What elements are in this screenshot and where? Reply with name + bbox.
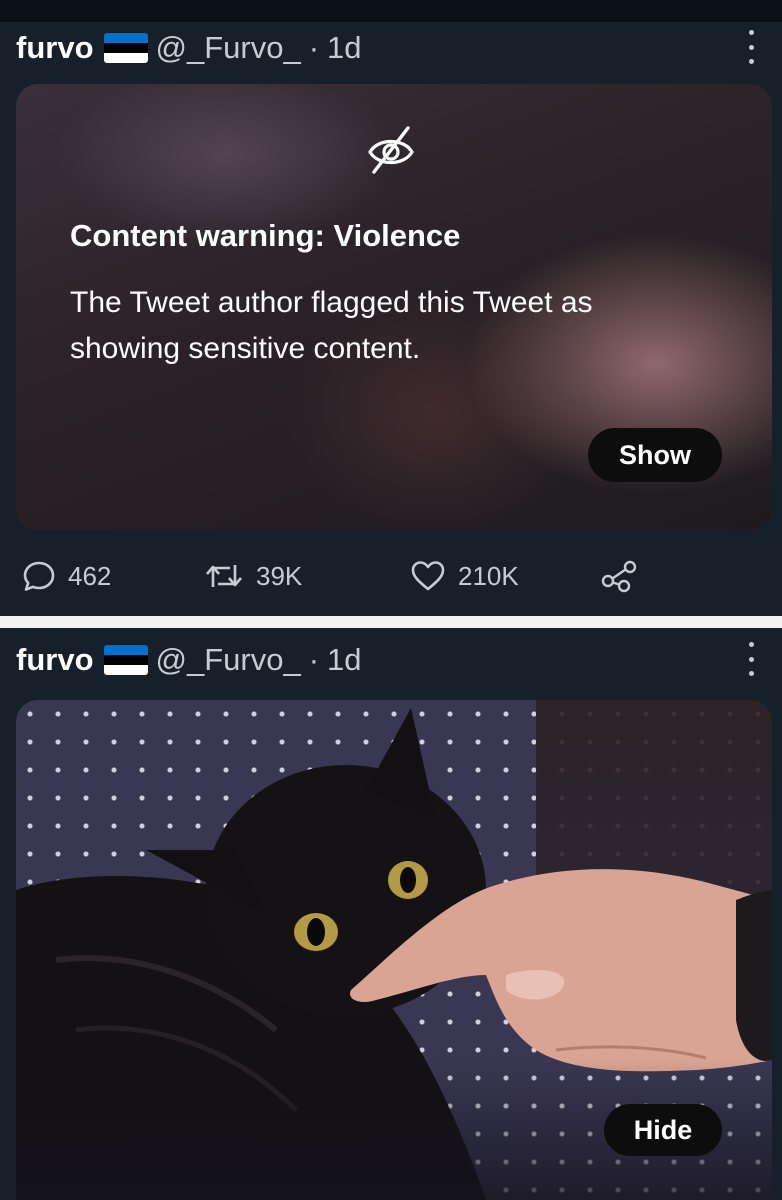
tweet-card[interactable]: furvo @_Furvo_ · 1d Hide xyxy=(0,628,782,1200)
reply-button[interactable]: 462 xyxy=(22,554,111,598)
retweet-icon xyxy=(206,565,242,587)
tweet-card[interactable]: furvo @_Furvo_ · 1d Content warning: Vio… xyxy=(0,22,782,616)
tweet-header: furvo @_Furvo_ · 1d xyxy=(16,638,362,682)
top-status-strip xyxy=(0,0,782,22)
like-count: 210K xyxy=(458,560,519,591)
separator-dot: · xyxy=(308,30,320,65)
estonia-flag-icon xyxy=(103,645,148,675)
content-warning-description: The Tweet author flagged this Tweet as s… xyxy=(70,286,593,365)
estonia-flag-icon xyxy=(103,33,148,63)
separator-dot: · xyxy=(308,642,320,677)
eye-slash-icon xyxy=(368,126,414,174)
more-options-icon[interactable] xyxy=(748,30,754,64)
like-button[interactable]: 210K xyxy=(410,554,519,598)
more-options-icon[interactable] xyxy=(748,642,754,676)
author-name[interactable]: furvo xyxy=(16,642,94,678)
sensitive-media[interactable]: Content warning: Violence The Tweet auth… xyxy=(16,84,772,530)
tweet-time[interactable]: 1d xyxy=(327,642,361,678)
author-name[interactable]: furvo xyxy=(16,30,94,66)
tweet-time[interactable]: 1d xyxy=(327,30,361,66)
share-icon xyxy=(601,560,637,593)
hide-button[interactable]: Hide xyxy=(604,1104,722,1156)
show-button[interactable]: Show xyxy=(588,428,722,482)
tweet-divider xyxy=(0,616,782,628)
tweet-actions: 462 39K 210K xyxy=(22,554,682,598)
author-handle[interactable]: @_Furvo_ xyxy=(156,30,301,66)
author-handle[interactable]: @_Furvo_ xyxy=(156,642,301,678)
tweet-photo[interactable]: Hide xyxy=(16,700,772,1200)
reply-icon xyxy=(23,561,55,591)
heart-icon xyxy=(411,561,445,591)
tweet-header: furvo @_Furvo_ · 1d xyxy=(16,26,362,70)
share-button[interactable] xyxy=(600,554,650,598)
retweet-button[interactable]: 39K xyxy=(204,554,302,598)
reply-count: 462 xyxy=(68,560,112,591)
retweet-count: 39K xyxy=(256,560,303,591)
content-warning-title: Content warning: Violence xyxy=(70,218,461,253)
